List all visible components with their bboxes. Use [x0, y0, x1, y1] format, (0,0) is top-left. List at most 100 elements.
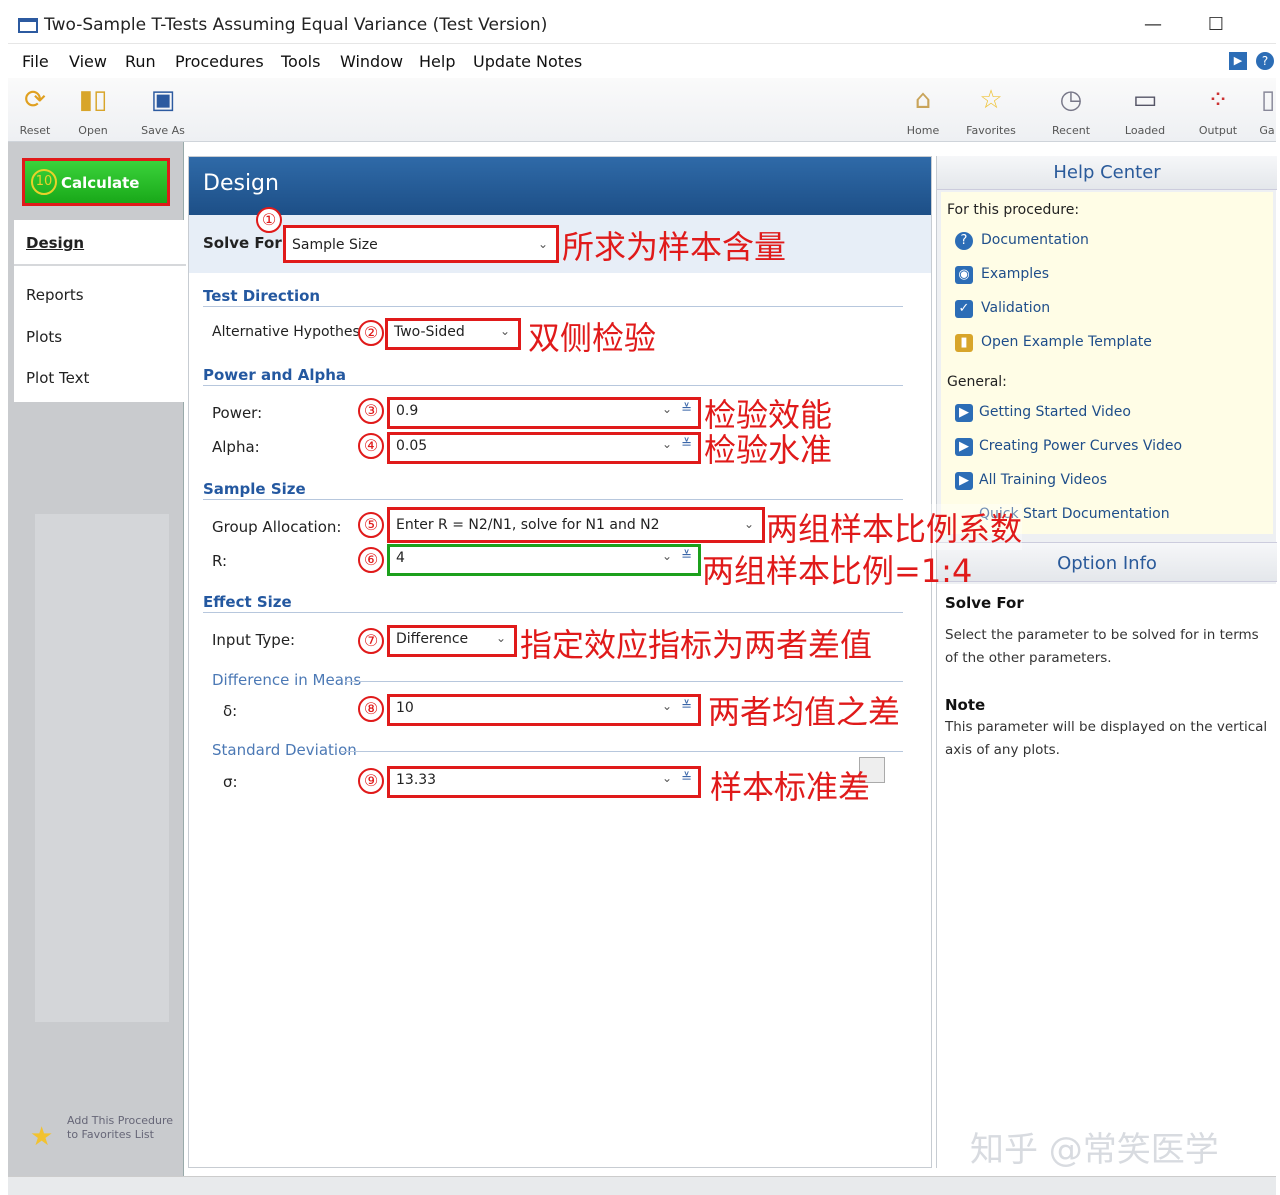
validation-icon: ✓ [955, 300, 973, 318]
save-as-label: Save As [141, 124, 185, 137]
link-power-curves-video[interactable]: Creating Power Curves Video [979, 438, 1182, 454]
link-validation[interactable]: Validation [981, 300, 1050, 316]
solve-for-title: Solve For [945, 594, 1024, 612]
annotation-text-1: 所求为样本含量 [562, 228, 787, 266]
template-icon: ▮ [955, 334, 973, 352]
calculate-button[interactable]: 10 Calculate [22, 158, 170, 206]
video-icon[interactable]: ▶ [1229, 52, 1247, 70]
input-type-value: Difference [396, 631, 469, 647]
annotation-text-8: 两者均值之差 [708, 693, 901, 731]
annotation-2: ② [358, 320, 384, 346]
annotation-text-5: 两组样本比例系数 [766, 504, 1023, 550]
sigma-input[interactable]: 13.33 ⌄ ≚ [387, 766, 701, 798]
solve-for-label: Solve For: [203, 234, 288, 252]
right-column: Help Center For this procedure: ? Docume… [936, 156, 1277, 1168]
delta-input[interactable]: 10 ⌄ ≚ [387, 694, 701, 726]
double-chevron-icon[interactable]: ≚ [681, 402, 692, 417]
nav-divider [14, 264, 186, 266]
design-title: Design [203, 171, 279, 196]
chevron-down-icon: ⌄ [661, 402, 672, 416]
examples-icon: ◉ [955, 266, 973, 284]
app-icon [18, 18, 38, 33]
link-documentation[interactable]: Documentation [981, 232, 1089, 248]
watermark: 知乎 @常笑医学 [970, 1130, 1219, 1170]
nav-design[interactable]: Design [26, 234, 84, 252]
help-icon[interactable]: ? [1256, 52, 1274, 70]
annotation-text-9: 样本标准差 [710, 768, 871, 806]
nav-plot-text[interactable]: Plot Text [26, 369, 89, 387]
for-this-procedure-label: For this procedure: [947, 202, 1080, 218]
nav-reports[interactable]: Reports [26, 286, 84, 304]
annotation-3: ③ [358, 398, 384, 424]
menu-procedures[interactable]: Procedures [175, 52, 264, 71]
annotation-text-4: 检验水准 [704, 431, 833, 469]
loaded-button[interactable]: ▭ Loaded [1115, 80, 1175, 140]
recent-label: Recent [1051, 124, 1091, 137]
clock-icon: ◷ [1059, 85, 1083, 115]
section-power-alpha: Power and Alpha [203, 366, 346, 384]
link-all-training-videos[interactable]: All Training Videos [979, 472, 1107, 488]
video-icon: ▶ [955, 404, 973, 422]
double-chevron-icon[interactable]: ≚ [681, 549, 692, 564]
link-examples[interactable]: Examples [981, 266, 1049, 282]
alpha-input[interactable]: 0.05 ⌄ ≚ [387, 432, 701, 464]
toolbar: ⟳ Reset ▮▯ Open ▣ Save As ⌂ Home ☆ Favor… [8, 78, 1276, 142]
save-icon: ▣ [150, 85, 176, 115]
alt-hypothesis-label: Alternative Hypothesis: [212, 324, 376, 340]
sigma-value: 13.33 [396, 772, 437, 788]
minimize-button[interactable]: — [1138, 12, 1168, 38]
difference-in-means-label: Difference in Means [212, 671, 362, 689]
section-test-direction: Test Direction [203, 287, 321, 305]
add-favorites-button[interactable]: ★ Add This Procedure to Favorites List [30, 1114, 180, 1164]
annotation-10: 10 [31, 169, 57, 195]
save-as-button[interactable]: ▣ Save As [133, 80, 193, 140]
open-icon: ▮▯ [78, 85, 108, 115]
design-header: Design [189, 157, 931, 215]
maximize-button[interactable]: ☐ [1201, 12, 1231, 38]
double-chevron-icon[interactable]: ≚ [681, 437, 692, 452]
section-rule [203, 499, 903, 500]
input-type-label: Input Type: [212, 631, 296, 649]
link-getting-started-video[interactable]: Getting Started Video [979, 404, 1131, 420]
menu-help[interactable]: Help [419, 52, 455, 71]
output-icon: ⁘ [1207, 85, 1229, 115]
menu-tools[interactable]: Tools [281, 52, 320, 71]
star-plus-icon: ★ [30, 1122, 54, 1152]
menu-run[interactable]: Run [125, 52, 156, 71]
group-allocation-select[interactable]: Enter R = N2/N1, solve for N1 and N2 ⌄ [387, 507, 765, 543]
standard-deviation-label: Standard Deviation [212, 741, 357, 759]
power-input[interactable]: 0.9 ⌄ ≚ [387, 397, 701, 429]
menu-update-notes[interactable]: Update Notes [473, 52, 582, 71]
reset-button[interactable]: ⟳ Reset [5, 80, 65, 140]
annotation-7: ⑦ [358, 628, 384, 654]
favorites-button[interactable]: ☆ Favorites [961, 80, 1021, 140]
double-chevron-icon[interactable]: ≚ [681, 699, 692, 714]
double-chevron-icon[interactable]: ≚ [681, 771, 692, 786]
reset-label: Reset [19, 124, 51, 137]
group-allocation-value: Enter R = N2/N1, solve for N1 and N2 [396, 517, 660, 533]
r-input[interactable]: 4 ⌄ ≚ [387, 544, 701, 576]
menu-window[interactable]: Window [340, 52, 403, 71]
chevron-down-icon: ⌄ [499, 324, 510, 338]
left-nav: Design Reports Plots Plot Text [14, 220, 186, 402]
solve-for-select[interactable]: Sample Size ⌄ [283, 225, 559, 263]
menu-file[interactable]: File [22, 52, 49, 71]
r-label: R: [212, 552, 228, 570]
reset-icon: ⟳ [24, 85, 46, 115]
delta-value: 10 [396, 700, 414, 716]
open-button[interactable]: ▮▯ Open [63, 80, 123, 140]
menu-bar: File View Run Procedures Tools Window He… [8, 46, 1276, 76]
nav-plots[interactable]: Plots [26, 328, 62, 346]
chevron-down-icon: ⌄ [495, 631, 506, 645]
menu-view[interactable]: View [69, 52, 107, 71]
link-open-example-template[interactable]: Open Example Template [981, 334, 1152, 350]
section-effect-size: Effect Size [203, 593, 292, 611]
output-button[interactable]: ⁘ Output [1188, 80, 1248, 140]
input-type-select[interactable]: Difference ⌄ [387, 625, 517, 657]
chevron-down-icon: ⌄ [661, 437, 672, 451]
recent-button[interactable]: ◷ Recent [1041, 80, 1101, 140]
alt-hypothesis-select[interactable]: Two-Sided ⌄ [385, 318, 521, 350]
gallery-button[interactable]: ▯ Ga [1252, 80, 1280, 140]
home-button[interactable]: ⌂ Home [893, 80, 953, 140]
annotation-text-7: 指定效应指标为两者差值 [520, 626, 873, 664]
